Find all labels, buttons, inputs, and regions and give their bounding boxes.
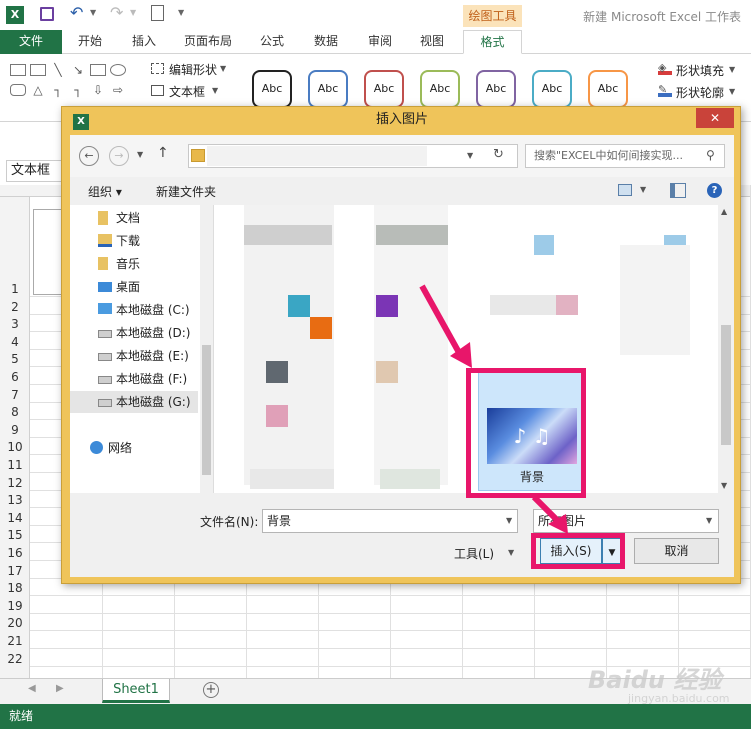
baidu-watermark: Baidu 经验 — [588, 666, 722, 694]
annotation-arrows — [419, 284, 568, 534]
arrow-to-insert — [531, 494, 563, 526]
arrow-to-file — [419, 284, 465, 360]
baidu-watermark-url: jingyan.baidu.com — [628, 692, 730, 705]
